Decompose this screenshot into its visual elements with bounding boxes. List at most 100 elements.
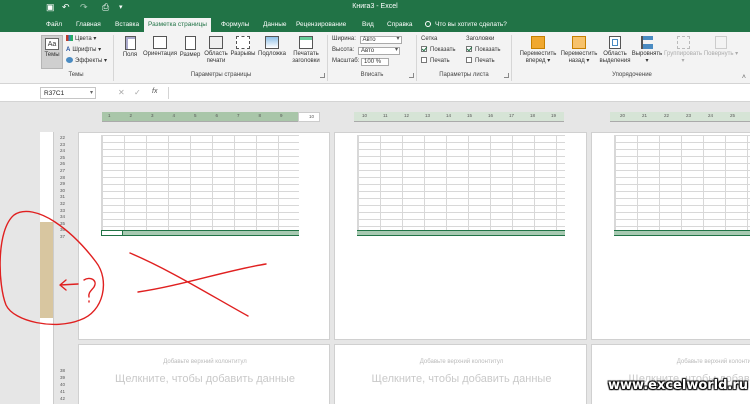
selected-row[interactable]: [101, 230, 299, 236]
row-number[interactable]: 29: [60, 181, 65, 186]
gridlines-print-checkbox[interactable]: Печать: [421, 57, 450, 65]
size-button[interactable]: Размер: [178, 36, 202, 59]
page-5[interactable]: Добавьте верхний колонтитул Щелкните, чт…: [334, 344, 587, 404]
active-cell[interactable]: [101, 230, 123, 236]
bring-forward-button[interactable]: Переместить вперед ▾: [515, 36, 561, 65]
orientation-button[interactable]: Ориентация: [142, 36, 178, 58]
row-number[interactable]: 35: [60, 221, 65, 226]
page-6[interactable]: Добавьте верхний колонтитул Щелкните, чт…: [591, 344, 750, 404]
cell-grid[interactable]: [614, 135, 750, 233]
fit-scale-input[interactable]: 100 %: [361, 58, 390, 66]
fonts-button[interactable]: A Шрифты ▾: [66, 46, 101, 54]
align-button[interactable]: Выровнять ▾: [631, 36, 663, 65]
row-number[interactable]: 28: [60, 175, 65, 180]
horizontal-ruler[interactable]: 20 21 22 23 24 25: [610, 112, 750, 122]
page-layout-view[interactable]: 123456789 10 10 11 12 13 14 15 16 17 18 19 20 21 22…: [0, 102, 750, 404]
colors-button[interactable]: Цвета ▾: [66, 35, 96, 43]
page-1[interactable]: [78, 132, 330, 340]
selected-row[interactable]: [357, 230, 565, 236]
send-backward-label: Переместить назад: [560, 51, 598, 64]
tab-file[interactable]: Файл: [42, 19, 66, 32]
tab-home[interactable]: Главная: [72, 19, 105, 32]
margins-button[interactable]: Поля: [118, 36, 142, 59]
name-box[interactable]: R37C1: [40, 87, 96, 99]
orientation-icon: [153, 36, 167, 49]
tab-formulas[interactable]: Формулы: [217, 19, 253, 32]
row-number[interactable]: 34: [60, 214, 65, 219]
cell-grid[interactable]: [101, 135, 299, 233]
bring-forward-icon: [531, 36, 545, 49]
tab-page-layout[interactable]: Разметка страницы: [144, 18, 211, 32]
print-titles-button[interactable]: Печатать заголовки: [288, 36, 324, 65]
headings-show-checkbox[interactable]: Показать: [466, 46, 501, 54]
row-number[interactable]: 38: [60, 368, 65, 373]
cancel-icon[interactable]: ✕: [118, 88, 125, 97]
row-number[interactable]: 40: [60, 382, 65, 387]
tab-data[interactable]: Данные: [259, 19, 290, 32]
tab-view[interactable]: Вид: [358, 19, 378, 32]
headings-heading: Заголовки: [466, 36, 495, 42]
tab-insert[interactable]: Вставка: [111, 19, 143, 32]
horizontal-ruler[interactable]: 1 2 3 4 5 6 7 8 9: [102, 112, 298, 122]
margins-icon: [124, 36, 136, 50]
page-3[interactable]: [591, 132, 750, 340]
tab-help[interactable]: Справка: [383, 19, 417, 32]
cell-grid[interactable]: [357, 135, 565, 233]
sheet-options-launcher-icon[interactable]: [504, 73, 509, 78]
rotate-button[interactable]: Повернуть ▾: [703, 36, 739, 58]
fit-launcher-icon[interactable]: [409, 73, 414, 78]
row-number[interactable]: 32: [60, 201, 65, 206]
row-number[interactable]: 22: [60, 135, 65, 140]
formula-input[interactable]: [168, 87, 750, 99]
page-4[interactable]: Добавьте верхний колонтитул Щелкните, чт…: [78, 344, 330, 404]
row-number[interactable]: 25: [60, 155, 65, 160]
breaks-label: Разрывы: [230, 51, 256, 57]
breaks-button[interactable]: Разрывы: [230, 36, 256, 58]
selected-row[interactable]: [614, 230, 750, 236]
themes-button[interactable]: Aa Темы: [41, 35, 63, 69]
page-setup-launcher-icon[interactable]: [320, 73, 325, 78]
row-number[interactable]: 41: [60, 389, 65, 394]
row-number[interactable]: 23: [60, 142, 65, 147]
vertical-ruler[interactable]: [40, 132, 54, 404]
checkbox-icon: [466, 57, 472, 63]
ruler-label: 24: [708, 113, 714, 118]
group-button[interactable]: Группировать ▾: [664, 36, 702, 65]
window-title: Книга3 - Excel: [352, 3, 398, 10]
page-2[interactable]: [334, 132, 587, 340]
header-click-area[interactable]: Щелкните, чтобы добавить данные: [79, 373, 331, 385]
tell-me-box[interactable]: Что вы хотите сделать?: [425, 21, 507, 28]
header-hint[interactable]: Добавьте верхний колонтитул: [79, 359, 331, 365]
effects-button[interactable]: Эффекты ▾: [66, 57, 107, 65]
enter-icon[interactable]: ✓: [134, 88, 141, 97]
selection-pane-icon: [609, 36, 621, 49]
fit-width-select[interactable]: Авто: [359, 36, 402, 44]
row-number[interactable]: 42: [60, 396, 65, 401]
horizontal-ruler[interactable]: 10 11 12 13 14 15 16 17 18 19: [354, 112, 564, 122]
header-click-area[interactable]: Щелкните, чтобы добавить данные: [335, 373, 588, 385]
background-button[interactable]: Подложка: [256, 36, 288, 58]
selection-pane-button[interactable]: Область выделения: [599, 36, 631, 65]
orientation-label: Ориентация: [142, 51, 178, 57]
row-number[interactable]: 30: [60, 188, 65, 193]
row-number[interactable]: 36: [60, 227, 65, 232]
group-fit-label: Вписать: [360, 72, 384, 78]
row-number[interactable]: 31: [60, 194, 65, 199]
print-area-label: Область печати: [204, 51, 228, 64]
fit-height-select[interactable]: Авто: [357, 47, 400, 55]
gridlines-show-checkbox[interactable]: Показать: [421, 46, 456, 54]
headings-print-checkbox[interactable]: Печать: [466, 57, 495, 65]
send-backward-button[interactable]: Переместить назад ▾: [559, 36, 599, 65]
header-hint[interactable]: Добавьте верхний колонтитул: [335, 359, 588, 365]
row-number[interactable]: 26: [60, 161, 65, 166]
row-number[interactable]: 37: [60, 234, 65, 239]
insert-function-icon[interactable]: fx: [152, 88, 157, 95]
row-number[interactable]: 33: [60, 208, 65, 213]
collapse-ribbon-icon[interactable]: ˄: [742, 74, 746, 81]
tab-review[interactable]: Рецензирование: [292, 19, 350, 32]
row-number[interactable]: 24: [60, 148, 65, 153]
print-area-button[interactable]: Область печати: [202, 36, 230, 65]
row-number[interactable]: 27: [60, 168, 65, 173]
header-hint[interactable]: Добавьте верхний колонтитул: [592, 359, 750, 365]
row-number[interactable]: 39: [60, 375, 65, 380]
